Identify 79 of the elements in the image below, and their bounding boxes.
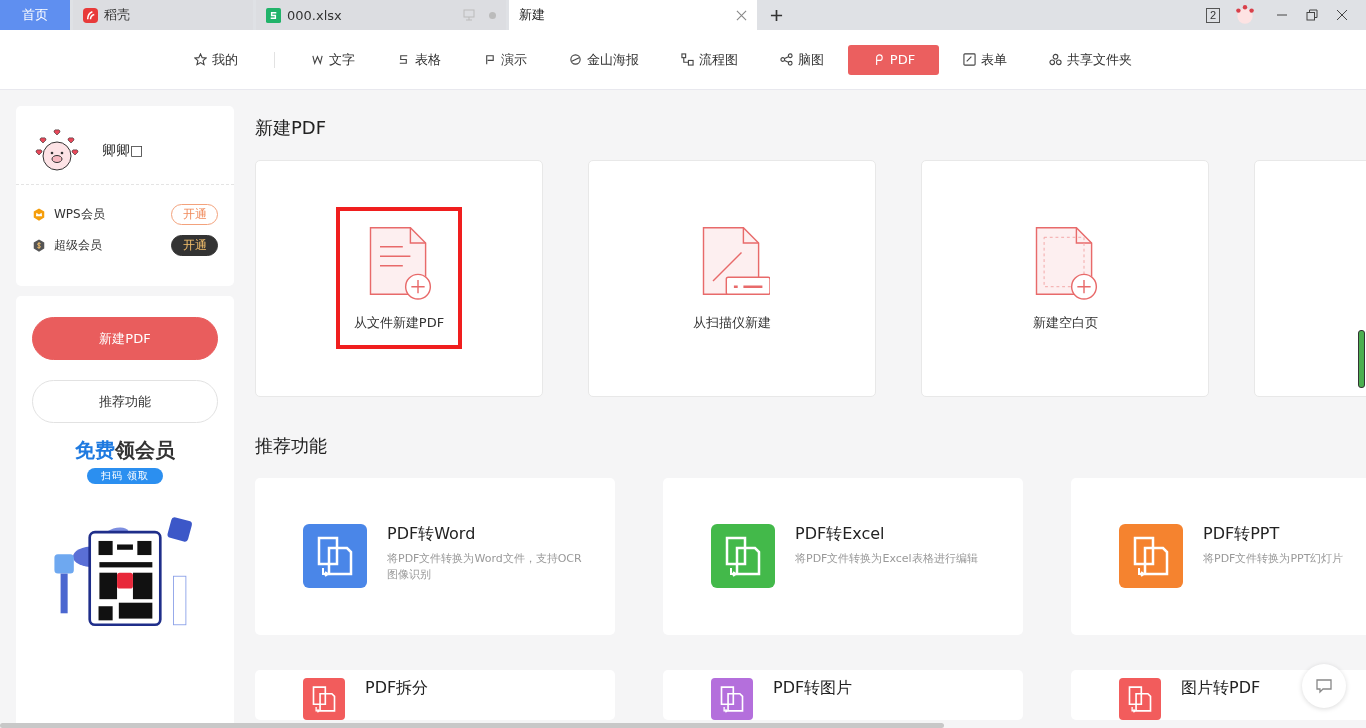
option-label: 从文件新建PDF [353, 313, 445, 332]
section-title: 新建PDF [255, 116, 328, 140]
feature-card[interactable]: PDF转Excel 将PDF文件转换为Excel表格进行编辑 [663, 478, 1023, 635]
category-tab[interactable]: 流程图 [662, 44, 756, 75]
category-icon [193, 53, 207, 66]
activate-button[interactable]: 开通 [171, 235, 218, 256]
scan-pill: 扫码 领取 [86, 468, 164, 484]
category-tab[interactable]: 文字 [292, 44, 373, 75]
category-label: 流程图 [698, 50, 738, 69]
side-menu-button[interactable]: 推荐功能 [32, 380, 218, 423]
feature-title: PDF转Word [387, 524, 476, 545]
avatar-icon[interactable] [1234, 4, 1256, 26]
tab-label: 首页 [22, 6, 48, 24]
feature-card[interactable]: PDF转图片 [663, 670, 1023, 720]
feature-card[interactable]: PDF转Word 将PDF文件转换为Word文件，支持OCR图像识别 [255, 478, 615, 635]
chat-icon [1314, 676, 1334, 696]
category-label: 表格 [414, 50, 441, 69]
user-name: 卿卿□ [102, 142, 144, 160]
feature-title: 图片转PDF [1181, 678, 1261, 699]
feature-description: 将PDF文件转换为Excel表格进行编辑 [795, 551, 979, 567]
feature-title: PDF转图片 [773, 678, 853, 699]
document-tab[interactable]: 000.xlsx [256, 0, 506, 30]
tab-label: 000.xlsx [287, 7, 343, 23]
spreadsheet-icon [266, 7, 281, 23]
feature-card[interactable]: PDF转PPT 将PDF文件转换为PPT幻灯片 [1071, 478, 1366, 635]
category-label: 文字 [328, 50, 355, 69]
document-tab[interactable]: 新建 [509, 0, 757, 30]
horizontal-scrollbar[interactable] [0, 723, 944, 728]
category-tab[interactable]: 共享文件夹 [1031, 44, 1151, 75]
window-count-button[interactable]: 2 [1205, 7, 1220, 23]
category-tab[interactable]: 我的 [175, 44, 256, 75]
crown-badge-icon [32, 207, 46, 222]
restore-icon[interactable] [1306, 9, 1318, 21]
category-icon [1049, 53, 1063, 66]
feature-description: 将PDF文件转换为PPT幻灯片 [1203, 551, 1345, 567]
membership-label: 超级会员 [54, 237, 103, 254]
feature-title: PDF转PPT [1203, 524, 1280, 545]
coin-badge-icon [32, 238, 46, 253]
feature-card[interactable]: 图片转PDF [1071, 670, 1366, 720]
category-icon [963, 53, 977, 66]
feature-card[interactable]: PDF拆分 [255, 670, 615, 720]
new-tab-icon[interactable] [770, 8, 783, 22]
tab-label: 新建 [519, 6, 546, 24]
category-tab[interactable]: 表格 [378, 44, 459, 75]
category-icon [310, 53, 324, 66]
section-title: 推荐功能 [255, 434, 328, 458]
category-label: 我的 [211, 50, 238, 69]
promo-highlight: 免费 [75, 438, 115, 462]
category-icon [779, 53, 793, 66]
category-label: 演示 [500, 50, 527, 69]
close-icon[interactable] [1336, 9, 1348, 21]
leaf-icon [83, 7, 98, 23]
category-icon [680, 53, 694, 66]
category-icon [568, 53, 582, 66]
category-label: 脑图 [797, 50, 824, 69]
category-label: 表单 [981, 50, 1008, 69]
option-label: 从扫描仪新建 [693, 313, 771, 332]
feature-title: PDF转Excel [795, 524, 885, 545]
create-option-card[interactable]: 从文件新建PDF [255, 160, 543, 397]
membership-label: WPS会员 [54, 206, 106, 223]
category-label: PDF [889, 52, 916, 67]
monitor-icon [463, 9, 475, 21]
promo-title: 领会员 [115, 438, 175, 462]
scrollbar-thumb[interactable] [1358, 330, 1365, 388]
category-tab[interactable]: 表单 [945, 44, 1026, 75]
option-label: 新建空白页 [1032, 313, 1098, 332]
category-tab[interactable]: 金山海报 [550, 44, 657, 75]
unsaved-dot-icon [489, 11, 496, 19]
document-tab[interactable]: 稻壳 [73, 0, 253, 30]
tab-label: 稻壳 [104, 6, 131, 24]
feature-description: 将PDF文件转换为Word文件，支持OCR图像识别 [387, 551, 583, 583]
category-tab[interactable]: 脑图 [761, 44, 842, 75]
feature-title: PDF拆分 [365, 678, 429, 699]
category-label: 金山海报 [586, 50, 639, 69]
create-option-card[interactable]: 从扫描仪新建 [588, 160, 876, 397]
create-option-card[interactable]: 新建空白页 [921, 160, 1209, 397]
category-tab[interactable]: 演示 [464, 44, 545, 75]
category-label: 共享文件夹 [1067, 50, 1133, 69]
close-icon[interactable] [736, 9, 747, 21]
